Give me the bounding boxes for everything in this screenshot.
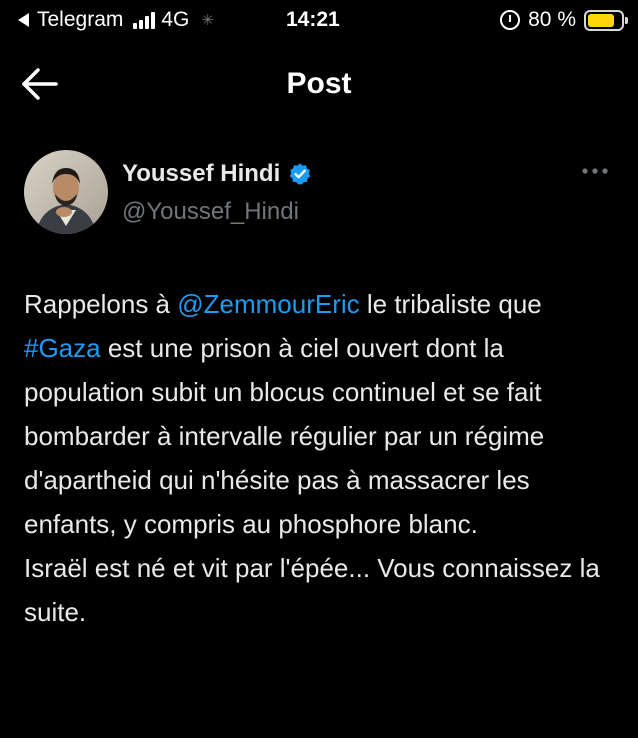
- display-name[interactable]: Youssef Hindi: [122, 160, 280, 188]
- status-time: 14:21: [286, 8, 340, 31]
- network-label: 4G: [161, 8, 190, 31]
- user-handle[interactable]: @Youssef_Hindi: [122, 198, 299, 226]
- tweet-text-part: Israël est né et vit par l'épée... Vous …: [24, 553, 600, 627]
- page-title: Post: [286, 67, 352, 100]
- back-to-app-icon[interactable]: [18, 13, 29, 27]
- mention-link[interactable]: @ZemmourEric: [177, 289, 359, 319]
- ellipsis-icon[interactable]: [580, 166, 610, 176]
- status-left[interactable]: Telegram 4G ✳: [18, 8, 214, 32]
- carrier-label[interactable]: Telegram: [37, 8, 123, 32]
- name-row: Youssef Hindi: [122, 160, 312, 188]
- tweet-text: Rappelons à @ZemmourEric le tribaliste q…: [24, 282, 624, 634]
- signal-strength-icon: [133, 11, 156, 29]
- status-right: 80 %: [500, 8, 628, 32]
- avatar[interactable]: [24, 150, 108, 234]
- verified-badge-icon: [290, 163, 311, 185]
- tweet-text-part: Rappelons à: [24, 289, 178, 319]
- status-bar: Telegram 4G ✳ 14:21 80 %: [0, 0, 638, 44]
- tweet-text-part: le tribaliste que: [359, 289, 542, 319]
- hashtag-link[interactable]: #Gaza: [24, 333, 101, 363]
- battery-fill: [588, 13, 614, 27]
- battery-percent: 80 %: [528, 8, 576, 31]
- tweet-text-part: est une prison à ciel ouvert dont la pop…: [24, 333, 545, 539]
- avatar-image: [24, 150, 108, 234]
- loading-spinner-icon: ✳: [201, 12, 214, 29]
- post-header: Post: [0, 56, 638, 112]
- alarm-icon: [500, 10, 521, 30]
- battery-icon: [584, 9, 628, 31]
